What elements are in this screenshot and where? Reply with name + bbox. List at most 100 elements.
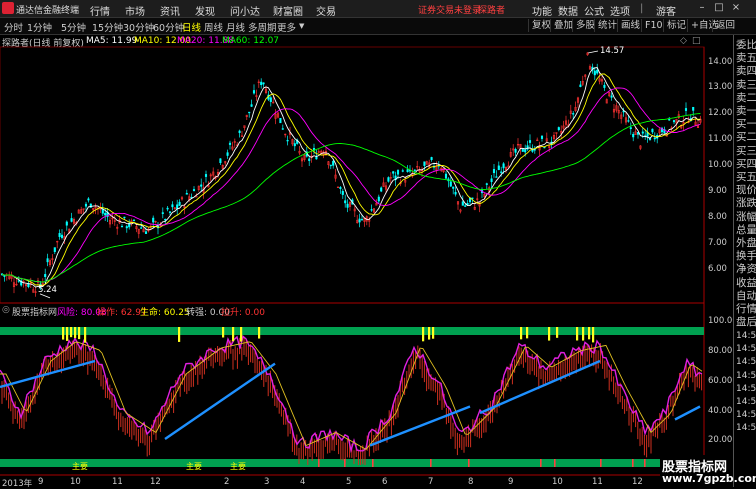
x-tick: 12 <box>632 477 643 487</box>
bottom-signal <box>372 459 374 467</box>
candle-body <box>70 218 73 222</box>
menu-jiaoyi[interactable]: 交易 <box>316 3 336 18</box>
menu-shuju[interactable]: 数据 <box>558 3 578 18</box>
candle-body <box>65 221 68 226</box>
quote-label: 盘后 <box>736 316 756 329</box>
candle-body <box>540 135 544 139</box>
candle-body <box>60 234 64 238</box>
trend-line <box>479 359 601 415</box>
candle-body <box>413 169 416 171</box>
candle-body <box>58 233 61 237</box>
menu-caifuquan[interactable]: 财富圈 <box>273 3 303 18</box>
candle-body <box>87 198 90 201</box>
candle-body <box>84 203 88 207</box>
candle-body <box>269 97 272 102</box>
tool-huaxian[interactable]: 画线 <box>617 19 643 32</box>
close-icon[interactable]: × <box>729 2 743 14</box>
signal-bar <box>178 327 181 342</box>
candle-body <box>339 187 342 189</box>
main-tag: 主要 <box>230 462 246 471</box>
candlestick-series <box>0 52 702 297</box>
main-tag: 主要 <box>72 462 88 471</box>
x-tick: 9 <box>508 477 514 487</box>
candle-body <box>176 204 179 209</box>
user-label[interactable]: 游客 <box>656 3 676 18</box>
candle-body <box>123 216 126 219</box>
period-more[interactable]: 更多 <box>277 20 296 34</box>
candle-body <box>557 127 560 130</box>
period-weekly[interactable]: 周线 <box>204 20 223 34</box>
menu-gongneng[interactable]: 功能 <box>532 3 552 18</box>
trend-line <box>674 405 701 421</box>
candle-body <box>358 218 361 223</box>
bottom-signal <box>600 459 602 467</box>
period-15min[interactable]: 15分钟 <box>92 20 123 34</box>
signal-bar <box>422 327 425 342</box>
menu-shichang[interactable]: 市场 <box>125 3 145 18</box>
candle-body <box>464 205 467 207</box>
period-30min[interactable]: 30分钟 <box>123 20 154 34</box>
menu-gongshi[interactable]: 公式 <box>584 3 604 18</box>
period-60min[interactable]: 60分钟 <box>153 20 184 34</box>
candle-body <box>423 161 426 166</box>
indicator-name: 股票指标网 <box>12 308 58 318</box>
high-price-label: 14.57 <box>600 46 625 56</box>
minimize-icon[interactable]: – <box>695 2 709 14</box>
menu-zixun[interactable]: 资讯 <box>160 3 180 18</box>
tool-f10[interactable]: F10 <box>641 19 666 32</box>
menu-faxian[interactable]: 发现 <box>195 3 215 18</box>
quote-label: 14:50 <box>736 331 756 341</box>
main-chart-frame <box>0 46 705 304</box>
tool-biaoji[interactable]: 标记 <box>663 19 689 32</box>
menu-xuanxiang[interactable]: 选项 <box>610 3 630 18</box>
candle-body <box>521 148 524 152</box>
candle-body <box>219 158 222 164</box>
candle-body <box>401 170 404 172</box>
candle-body <box>495 176 498 178</box>
candle-body <box>672 120 676 123</box>
candle-body <box>329 164 332 167</box>
signal-bar <box>84 327 87 343</box>
login-user-link[interactable]: 探路者 <box>478 3 505 16</box>
ind-tick: 60.00 <box>708 376 733 386</box>
candle-body <box>140 227 143 229</box>
signal-bar <box>576 327 579 341</box>
candle-body <box>449 181 452 187</box>
bottom-signal <box>540 459 542 467</box>
candle-body <box>524 149 527 153</box>
period-monthly[interactable]: 月线 <box>226 20 245 34</box>
menu-bar: 通达信金融终端 行情 市场 资讯 发现 问小达 财富圈 交易 证券交易未登录 探… <box>0 0 756 18</box>
indicator-settings-icon[interactable]: ◎ <box>2 305 10 315</box>
signal-bar <box>62 327 65 340</box>
period-5min[interactable]: 5分钟 <box>61 20 86 34</box>
candle-body <box>293 143 296 147</box>
x-tick: 9 <box>38 477 44 487</box>
candle-body <box>286 139 289 142</box>
candle-body <box>514 149 517 153</box>
candle-body <box>104 212 107 216</box>
candle-body <box>120 225 124 228</box>
candle-body <box>392 171 395 174</box>
pull-value: 拉升: 0.00 <box>221 308 265 318</box>
login-warning[interactable]: 证券交易未登录 <box>418 3 481 16</box>
x-tick: 11 <box>592 477 603 487</box>
candle-body <box>195 196 198 198</box>
signal-bar <box>222 327 225 338</box>
signal-bar <box>526 327 529 339</box>
chevron-down-icon[interactable]: ▼ <box>299 22 304 30</box>
menu-hangqing[interactable]: 行情 <box>90 3 110 18</box>
candle-body <box>572 113 575 115</box>
x-tick: 4 <box>300 477 306 487</box>
maximize-icon[interactable]: □ <box>712 2 726 14</box>
period-daily[interactable]: 日线 <box>182 20 201 34</box>
candle-body <box>632 133 635 138</box>
tool-fanhui[interactable]: 返回 <box>712 19 738 32</box>
period-1min[interactable]: 1分钟 <box>27 20 52 34</box>
period-fenshi[interactable]: 分时 <box>4 20 23 34</box>
candle-body <box>485 183 488 185</box>
period-multi[interactable]: 多周期 <box>248 20 277 34</box>
signal-bar <box>258 327 261 339</box>
candle-body <box>53 247 56 252</box>
menu-wenxiaoda[interactable]: 问小达 <box>230 3 260 18</box>
high-marker <box>587 50 599 54</box>
